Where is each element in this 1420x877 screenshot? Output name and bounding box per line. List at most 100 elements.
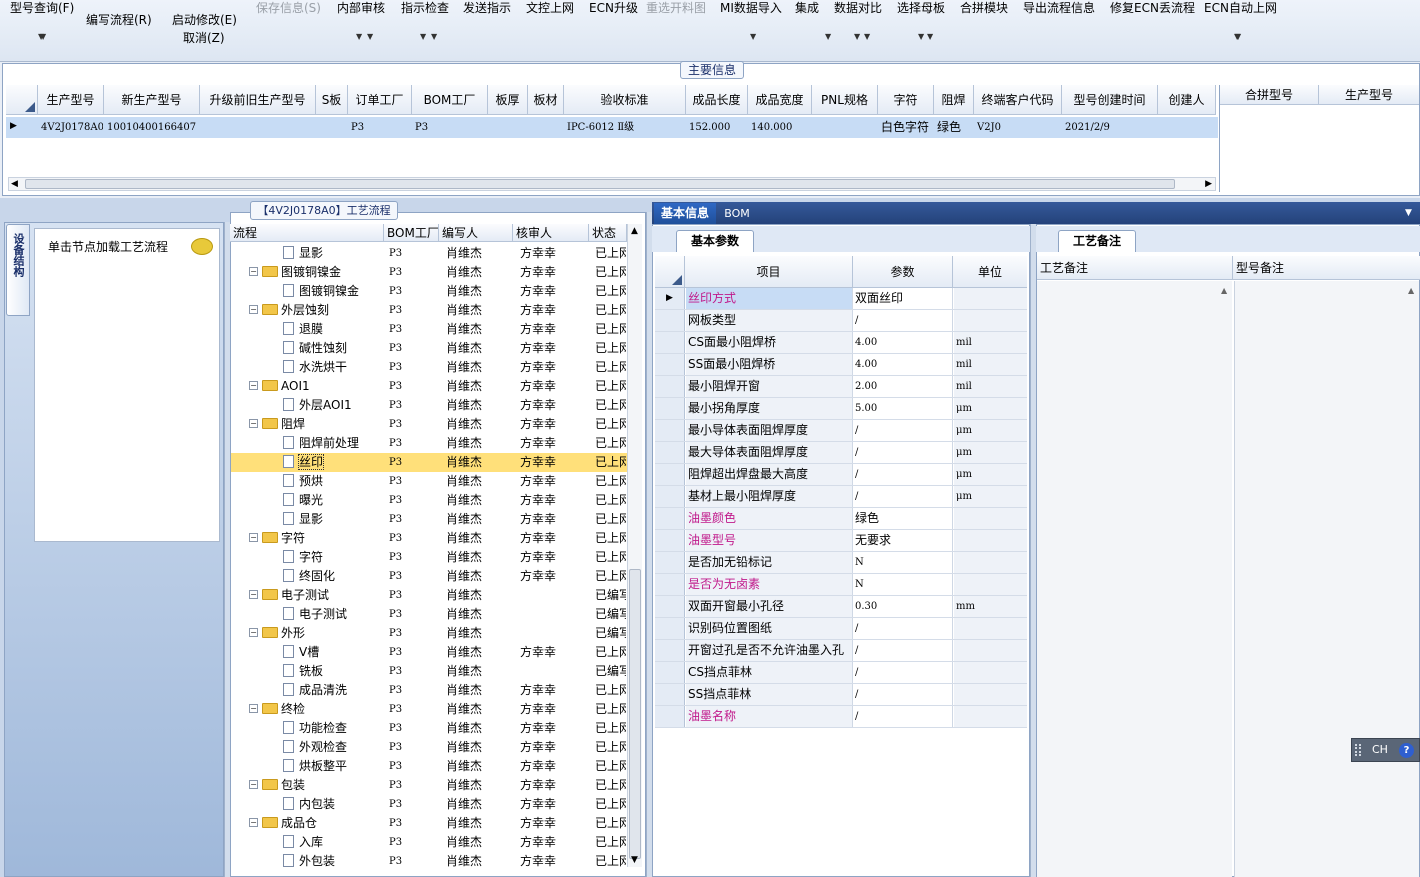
param-row[interactable]: 最小拐角厚度 5.00 μm	[655, 398, 1027, 420]
param-value[interactable]: 双面丝印	[853, 288, 953, 309]
toolbar-button-16[interactable]: 导出流程信息	[1023, 0, 1095, 16]
toolbar-button-13[interactable]: 数据对比	[834, 0, 882, 16]
main-col-3[interactable]: S板	[316, 85, 348, 115]
flow-node[interactable]: 功能检查	[283, 719, 384, 738]
toolbar-dropdown-icon-d[interactable]: ▼	[854, 32, 860, 41]
toolbar-button-15[interactable]: 合拼模块	[960, 0, 1008, 16]
main-col-5[interactable]: BOM工厂	[412, 85, 488, 115]
comment-icon[interactable]	[191, 238, 213, 255]
flow-node[interactable]: − 阻焊	[249, 415, 384, 434]
main-col-8[interactable]: 验收标准	[564, 85, 686, 115]
collapse-icon[interactable]: −	[249, 267, 258, 276]
flow-node[interactable]: − 包装	[249, 776, 384, 795]
tab-process-notes[interactable]: 工艺备注	[1058, 230, 1136, 252]
param-value[interactable]: /	[853, 618, 953, 639]
param-value[interactable]: /	[853, 662, 953, 683]
param-row[interactable]: SS面最小阻焊桥 4.00 mil	[655, 354, 1027, 376]
model-notes-text[interactable]	[1234, 281, 1419, 877]
flow-node[interactable]: 内包装	[283, 795, 384, 814]
flow-node[interactable]: − 终检	[249, 700, 384, 719]
ime-bar[interactable]: CH ?	[1351, 738, 1420, 762]
toolbar-button-1[interactable]: 编写流程(R)	[86, 11, 152, 28]
params-col-unit[interactable]: 单位	[953, 256, 1027, 288]
toolbar-dropdown-icon-12[interactable]: ▼	[825, 32, 831, 41]
param-row[interactable]: 油墨颜色 绿色	[655, 508, 1027, 530]
flow-node[interactable]: 显影	[283, 510, 384, 529]
param-value[interactable]: /	[853, 706, 953, 727]
param-value[interactable]: 4.00	[853, 332, 953, 353]
flow-node[interactable]: − 电子测试	[249, 586, 384, 605]
toolbar-dropdown-icon-a[interactable]: ▼	[38, 32, 44, 41]
param-value[interactable]: /	[853, 684, 953, 705]
toolbar-dropdown-icon-14[interactable]: ▼	[927, 32, 933, 41]
param-value[interactable]: /	[853, 464, 953, 485]
main-col-0[interactable]: 生产型号	[38, 85, 104, 115]
param-row[interactable]: 网板类型 /	[655, 310, 1027, 332]
param-value[interactable]: N	[853, 574, 953, 595]
notes-col-model[interactable]: 型号备注	[1233, 256, 1420, 280]
process-notes-text[interactable]	[1037, 281, 1232, 877]
main-col-9[interactable]: 成品长度	[686, 85, 748, 115]
flow-node[interactable]: 水洗烘干	[283, 358, 384, 377]
param-row[interactable]: CS面最小阻焊桥 4.00 mil	[655, 332, 1027, 354]
main-h-scrollbar[interactable]: ◀ ▶	[8, 177, 1216, 191]
flow-node[interactable]: 字符	[283, 548, 384, 567]
param-row[interactable]: 是否为无卤素 N	[655, 574, 1027, 596]
flow-col-4[interactable]: 状态	[589, 224, 627, 242]
param-row[interactable]: SS挡点菲林 /	[655, 684, 1027, 706]
tab-basic-params[interactable]: 基本参数	[676, 230, 754, 252]
flow-node[interactable]: 烘板整平	[283, 757, 384, 776]
main-col-4[interactable]: 订单工厂	[348, 85, 412, 115]
collapse-icon[interactable]: −	[249, 818, 258, 827]
param-value[interactable]: N	[853, 552, 953, 573]
param-row[interactable]: 识别码位置图纸 /	[655, 618, 1027, 640]
toolbar-button-11[interactable]: MI数据导入	[720, 0, 782, 16]
param-row[interactable]: 是否加无铅标记 N	[655, 552, 1027, 574]
toolbar-button-9[interactable]: ECN升级	[589, 0, 638, 16]
toolbar-button-17[interactable]: 修复ECN丢流程	[1110, 0, 1195, 16]
ime-grip-icon[interactable]	[1355, 744, 1361, 756]
flow-node[interactable]: 阻焊前处理	[283, 434, 384, 453]
toolbar-button-7[interactable]: 发送指示	[463, 0, 511, 16]
flow-node[interactable]: 预烘	[283, 472, 384, 491]
main-col-2[interactable]: 升级前旧生产型号	[200, 85, 316, 115]
flow-node[interactable]: 外观检查	[283, 738, 384, 757]
toolbar-dropdown-icon-11[interactable]: ▼	[750, 32, 756, 41]
param-row[interactable]: 开窗过孔是否不允许油墨入孔 /	[655, 640, 1027, 662]
main-col-13[interactable]: 阻焊	[934, 85, 974, 115]
flow-node[interactable]: 外包装	[283, 852, 384, 871]
toolbar-dropdown-icon-c[interactable]: ▼	[420, 32, 426, 41]
toolbar-dropdown-icon-b[interactable]: ▼	[356, 32, 362, 41]
param-row[interactable]: ▶ 丝印方式 双面丝印	[655, 288, 1027, 310]
flow-v-scroll-thumb[interactable]	[629, 569, 641, 859]
params-col-item[interactable]: 项目	[685, 256, 853, 288]
tab-dropdown-icon[interactable]: ▼	[1405, 208, 1412, 218]
param-row[interactable]: 阻焊超出焊盘最大高度 / μm	[655, 464, 1027, 486]
flow-node[interactable]: V槽	[283, 643, 384, 662]
collapse-icon[interactable]: −	[249, 533, 258, 542]
main-col-14[interactable]: 终端客户代码	[974, 85, 1062, 115]
param-value[interactable]: 绿色	[853, 508, 953, 529]
tab-basic-info[interactable]: 基本信息	[654, 203, 716, 224]
toolbar-dropdown-icon-13[interactable]: ▼	[864, 32, 870, 41]
flow-node[interactable]: − 成品仓	[249, 814, 384, 833]
notes-col-process[interactable]: 工艺备注	[1037, 256, 1233, 280]
param-row[interactable]: 油墨型号 无要求	[655, 530, 1027, 552]
flow-node[interactable]: − 外形	[249, 624, 384, 643]
flow-node[interactable]: 退膜	[283, 320, 384, 339]
scroll-up-icon[interactable]: ▲	[631, 226, 638, 236]
toolbar-button-12[interactable]: 集成	[795, 0, 819, 16]
param-row[interactable]: 基材上最小阻焊厚度 / μm	[655, 486, 1027, 508]
main-col-6[interactable]: 板厚	[488, 85, 528, 115]
flow-node[interactable]: 入库	[283, 833, 384, 852]
scroll-left-icon[interactable]: ◀	[11, 178, 18, 190]
main-col-10[interactable]: 成品宽度	[748, 85, 812, 115]
help-icon[interactable]: ?	[1399, 743, 1414, 758]
collapse-icon[interactable]: −	[249, 305, 258, 314]
main-col-1[interactable]: 新生产型号	[104, 85, 200, 115]
flow-node[interactable]: 外层AOI1	[283, 396, 384, 415]
flow-col-2[interactable]: 编写人	[439, 224, 513, 242]
collapse-icon[interactable]: −	[249, 780, 258, 789]
merge-col-model[interactable]: 合拼型号	[1220, 85, 1319, 105]
flow-node[interactable]: 碱性蚀刻	[283, 339, 384, 358]
